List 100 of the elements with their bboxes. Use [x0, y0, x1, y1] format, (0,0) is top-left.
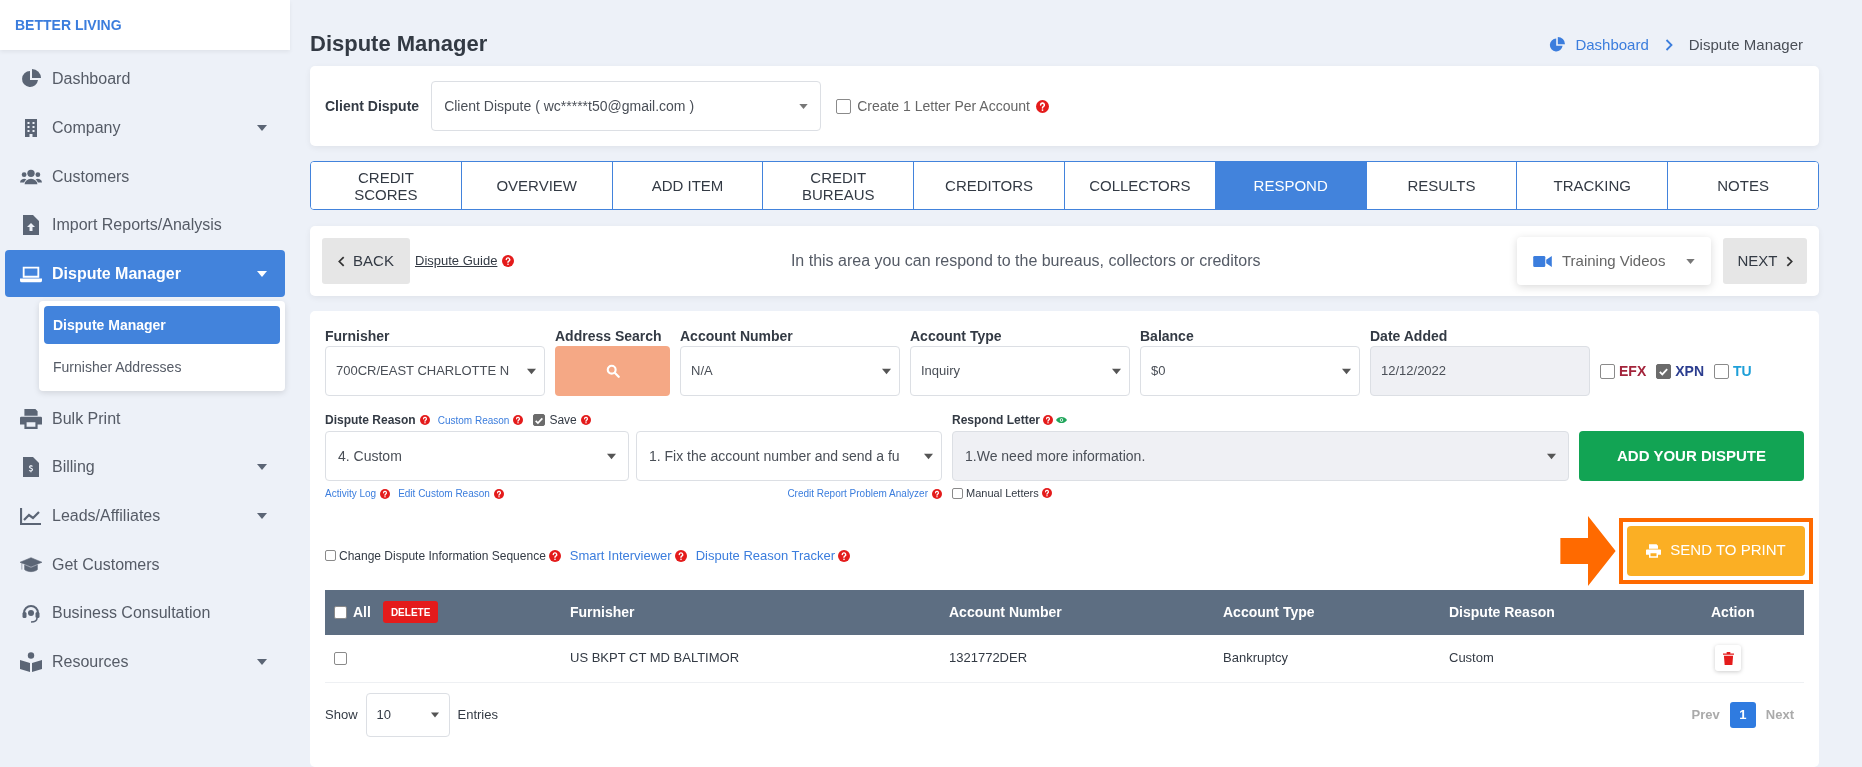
printer-icon	[20, 408, 42, 429]
caret-icon	[924, 452, 933, 460]
column-header: Dispute Reason	[1449, 602, 1556, 622]
invoice-icon	[20, 457, 42, 478]
next-button[interactable]: NEXT	[1723, 238, 1807, 284]
help-icon[interactable]	[548, 549, 561, 562]
help-icon[interactable]	[513, 415, 524, 425]
help-link[interactable]: Smart Interviewer	[569, 545, 672, 566]
custom-reason-link[interactable]: Custom Reason	[437, 412, 510, 428]
help-icon[interactable]	[1041, 488, 1052, 499]
tab[interactable]: NOTES	[1667, 162, 1818, 209]
help-icon[interactable]	[419, 415, 430, 425]
help-icon[interactable]	[380, 488, 391, 499]
field-label: Balance	[1140, 328, 1195, 344]
pie-chart-icon	[1549, 36, 1566, 53]
field-label: Date Added	[1370, 328, 1449, 344]
help-icon[interactable]	[838, 549, 851, 562]
reader-icon	[20, 652, 42, 673]
client-select[interactable]: Client Dispute ( wc*****t50@gmail.com )	[431, 81, 822, 131]
checkbox[interactable]	[533, 414, 546, 426]
table-cell: 1321772DER	[949, 650, 1028, 666]
checkbox-label: Create 1 Letter Per Account	[857, 96, 1030, 116]
checkbox[interactable]	[334, 651, 347, 665]
checkbox[interactable]	[1656, 363, 1672, 379]
file-upload-icon	[20, 215, 42, 236]
sidebar-item[interactable]: Dashboard	[5, 55, 285, 103]
caret-icon	[1686, 258, 1695, 264]
help-icon[interactable]	[580, 415, 591, 425]
select-field[interactable]: Inquiry	[910, 346, 1130, 396]
select-field[interactable]: 4. Custom	[325, 431, 629, 481]
sidebar-item[interactable]: Company	[5, 104, 285, 152]
delete-row-button[interactable]	[1715, 645, 1741, 671]
sidebar-item[interactable]: Bulk Print	[5, 395, 285, 443]
field-label: Address Search	[555, 328, 663, 344]
checkbox-label: Save	[549, 412, 577, 429]
select-field[interactable]: N/A	[680, 346, 900, 396]
help-link[interactable]: Activity Log	[325, 486, 377, 501]
sidebar-item[interactable]: Business Consultation	[5, 589, 285, 637]
help-icon[interactable]	[932, 488, 942, 499]
analyzer-link[interactable]: Credit Report Problem Analyzer	[787, 486, 928, 501]
checkbox[interactable]	[325, 550, 336, 561]
select-field[interactable]: 1. Fix the account number and send a fu	[636, 431, 942, 481]
breadcrumb-link[interactable]: Dashboard	[1575, 33, 1649, 56]
column-header: Furnisher	[570, 602, 636, 622]
caret-icon	[257, 659, 267, 666]
back-button[interactable]: BACK	[322, 238, 410, 284]
caret-icon	[882, 367, 891, 375]
caret-icon	[1547, 452, 1556, 460]
training-videos-dropdown[interactable]: Training Videos	[1517, 237, 1711, 285]
page-size-select[interactable]: 10	[365, 692, 450, 737]
help-icon[interactable]	[1035, 99, 1049, 113]
page-button[interactable]: 1	[1729, 701, 1756, 728]
checkbox[interactable]	[1600, 363, 1615, 379]
headset-icon	[20, 603, 42, 624]
checkbox-label: Change Dispute Information Sequence	[339, 547, 546, 565]
sidebar-item[interactable]: Resources	[5, 638, 285, 686]
help-icon[interactable]	[1043, 415, 1053, 425]
delete-button[interactable]: DELETE	[382, 601, 439, 623]
help-icon[interactable]	[674, 549, 687, 562]
add-dispute-button[interactable]: ADD YOUR DISPUTE	[1579, 431, 1804, 481]
help-icon[interactable]	[502, 255, 515, 267]
select-field[interactable]: $0	[1140, 346, 1360, 396]
select-field[interactable]: 700CR/EAST CHARLOTTE N	[325, 346, 545, 396]
column-header: Account Number	[949, 602, 1063, 622]
checkbox[interactable]	[836, 98, 852, 114]
chevron-right-icon	[1785, 255, 1793, 267]
caret-icon	[607, 452, 616, 460]
column-header: Account Type	[1223, 602, 1316, 622]
sidebar-item[interactable]: Billing	[5, 443, 285, 491]
help-link[interactable]: Dispute Reason Tracker	[695, 545, 836, 566]
caret-icon	[799, 103, 809, 109]
caret-icon	[257, 464, 267, 471]
sidebar-item[interactable]: Dispute Manager	[5, 250, 285, 298]
bureau-label: TU	[1733, 361, 1752, 381]
submenu-item[interactable]: Furnisher Addresses	[44, 348, 280, 387]
sidebar-item[interactable]: Leads/Affiliates	[5, 492, 285, 540]
breadcrumb-current: Dispute Manager	[1688, 34, 1803, 55]
sidebar-item[interactable]: Import Reports/Analysis	[5, 201, 285, 249]
input-field: 12/12/2022	[1370, 346, 1590, 396]
sidebar-item[interactable]: Get Customers	[5, 541, 285, 589]
field-label: Dispute Reason	[325, 412, 416, 429]
eye-icon[interactable]	[1056, 416, 1067, 424]
checkbox[interactable]	[334, 605, 347, 619]
caret-icon	[257, 270, 267, 277]
page-title: Dispute Manager	[310, 30, 488, 58]
select-field: 1.We need more information.	[952, 431, 1569, 481]
field-label: Furnisher	[325, 328, 391, 344]
search-icon	[605, 364, 620, 378]
tab[interactable]: RESPOND	[1214, 162, 1366, 209]
checkbox[interactable]	[1714, 363, 1730, 379]
guide-link[interactable]: Dispute Guide	[415, 251, 498, 271]
show-label: Show	[325, 705, 358, 724]
caret-icon	[257, 513, 267, 519]
sidebar-item[interactable]: Customers	[5, 153, 285, 201]
help-icon[interactable]	[493, 488, 504, 499]
field-label: Account Number	[680, 328, 794, 344]
submenu-item[interactable]: Dispute Manager	[44, 306, 280, 345]
help-link[interactable]: Edit Custom Reason	[398, 486, 490, 501]
video-camera-icon	[1533, 254, 1552, 268]
graduation-cap-icon	[20, 554, 42, 575]
